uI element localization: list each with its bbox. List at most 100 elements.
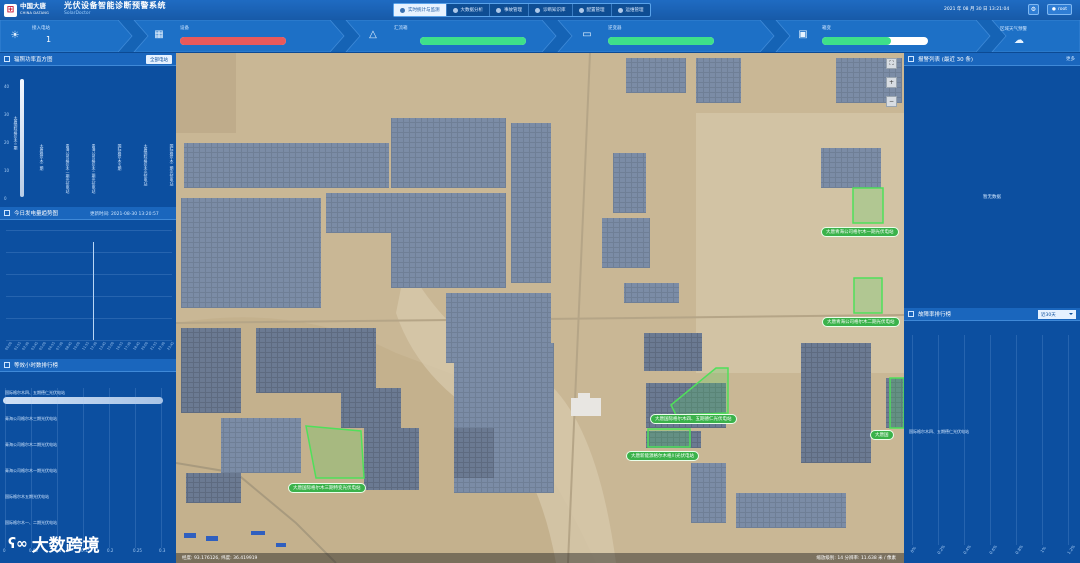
power-x-tick: 08:45: [63, 341, 73, 351]
efficiency-panel-title: 辐照功率直方图 全部电站: [0, 53, 176, 66]
gear-icon: ⚙: [1030, 6, 1037, 13]
fullscreen-button[interactable]: ⛶: [886, 58, 897, 69]
inverter-segment[interactable]: ▭ 逆变器: [576, 20, 756, 52]
efficiency-y-tick: 30: [4, 112, 10, 117]
nav-tab-icon: [452, 7, 458, 13]
nav-tab-4[interactable]: 配置管理: [573, 4, 612, 16]
weather-cloud-icon: ☁: [1014, 35, 1024, 46]
station-icon: ☀: [10, 30, 20, 41]
nav-tab-2[interactable]: 事故管理: [490, 4, 529, 16]
fault-x-tick: 0.6%: [988, 543, 999, 556]
fault-rank-item: 国际格尔木四、五期德仁光伏电站: [909, 429, 969, 434]
nav-tab-icon: [617, 7, 623, 13]
fault-gridline: [912, 335, 913, 545]
nav-tab-label: 运维管理: [625, 8, 644, 13]
fault-x-tick: 0.8%: [1014, 543, 1025, 556]
alarm-more-link[interactable]: 更多: [1066, 56, 1075, 62]
inverter-status-bar-fill: [608, 37, 714, 45]
power-gridline: [6, 252, 172, 253]
efficiency-station-label: 青海公司格尔木二期光伏电站: [92, 144, 97, 194]
efficiency-chart: 40 30 20 10 0 大唐国际格尔木三期 大唐格尔木二期 青海公司格尔木一期光伏电站 青海…: [0, 66, 176, 207]
stations-label: 接入电站: [32, 26, 50, 31]
all-stations-button[interactable]: 全部电站: [146, 55, 172, 64]
nav-tab-1[interactable]: 大数据分析: [447, 4, 490, 16]
user-menu[interactable]: ● root: [1047, 4, 1072, 15]
fault-gridline: [1042, 335, 1043, 545]
hours-x-tick: 0.25: [133, 548, 142, 553]
power-gridline: [6, 230, 172, 231]
hours-gridline: [57, 388, 58, 548]
power-x-tick: 12:30: [89, 341, 98, 351]
fault-x-tick: 0.4%: [962, 543, 973, 556]
device-status-bar-fill: [180, 37, 286, 45]
station-label-gem1[interactable]: 大唐青海公司格尔木一期光伏电站: [821, 227, 899, 237]
efficiency-station-label: 大唐国际格尔木光伏电站: [144, 144, 149, 186]
station-label-gechuan[interactable]: 大唐新能源格尔木格川光伏电站: [626, 451, 699, 461]
efficiency-station-label: 青海公司格尔木一期光伏电站: [66, 144, 71, 194]
fault-gridline: [1016, 335, 1017, 545]
fault-x-tick: 0%: [909, 545, 918, 554]
hours-gridline: [135, 388, 136, 548]
inverter-label: 逆变器: [608, 26, 622, 31]
alarm-empty-text: 暂无数据: [983, 195, 1001, 200]
chart-icon: [4, 210, 10, 216]
power-x-tick: 03:45: [29, 341, 39, 351]
settings-button[interactable]: ⚙: [1028, 4, 1039, 15]
nav-tab-icon: [400, 7, 405, 13]
fault-ranking-chart: 国际格尔木四、五期德仁光伏电站 0% 0.2% 0.4% 0.6% 0.8% 1% 1.2%: [904, 321, 1080, 563]
power-gridline: [6, 340, 172, 341]
combiner-segment[interactable]: △ 汇流箱: [362, 20, 542, 52]
power-x-tick: 23:45: [165, 341, 175, 351]
station-label-gem45[interactable]: 大唐国际格尔木四、五期德仁光伏电站: [650, 414, 737, 424]
hours-rank-item: 青海公司格尔木三期光伏电站: [5, 416, 57, 421]
fault-gridline: [964, 335, 965, 545]
device-segment[interactable]: ▦ 设备: [148, 20, 328, 52]
power-gridline: [6, 318, 172, 319]
hours-x-tick: 0: [3, 548, 6, 553]
device-label: 设备: [180, 26, 189, 31]
power-trend-chart: 00:00 01:15 02:30 03:45 05:00 06:15 07:30 08:45…: [0, 220, 176, 359]
hours-panel-title: 等效小时数排行榜: [0, 359, 176, 372]
combiner-status-bar-fill: [420, 37, 526, 45]
zoom-in-button[interactable]: +: [886, 77, 897, 88]
power-gridline: [6, 296, 172, 297]
main-nav: 实时统计与监测 大数据分析 事故管理 诊断知识库 配置管理 运维管理: [393, 3, 651, 17]
satellite-map[interactable]: ⛶ + − 大唐青海公司格尔木一期光伏电站 大唐青海公司格尔木二期光伏电站 大唐…: [176, 53, 904, 563]
fault-panel-title: 故障率排行榜 近30天: [904, 308, 1080, 321]
power-gridline: [6, 274, 172, 275]
top-header: ⊞ 中国大唐 CHINA DATANG 光伏设备智能诊断预警系统 SolarDo…: [0, 0, 1080, 20]
chart-icon: [4, 56, 10, 62]
station-label-partial[interactable]: 大唐国: [870, 430, 894, 440]
transformer-label: 箱变: [822, 26, 831, 31]
nav-tab-0[interactable]: 实时统计与监测: [394, 4, 447, 16]
efficiency-station-label: 大唐格尔木二期: [40, 144, 45, 171]
hours-x-tick: 0.3: [159, 548, 166, 553]
efficiency-station-label: 国际格尔木二期光伏电站: [170, 144, 175, 186]
power-x-tick: 21:15: [148, 341, 158, 351]
hours-rank-item: 国际格尔木四、五期德仁光伏电站: [5, 390, 65, 395]
nav-tab-label: 大数据分析: [460, 8, 484, 13]
power-x-tick: 10:00: [72, 341, 81, 351]
fault-period-select[interactable]: 近30天: [1038, 310, 1076, 319]
nav-tab-3[interactable]: 诊断知识库: [529, 4, 573, 16]
transformer-segment[interactable]: ▣ 箱变: [792, 20, 972, 52]
nav-tab-label: 事故管理: [504, 8, 522, 13]
hours-rank-item: 国际格尔木五期光伏电站: [5, 494, 49, 499]
station-label-gem3[interactable]: 大唐国际格尔木三期特变光伏电站: [288, 483, 366, 493]
efficiency-bar: [20, 79, 24, 197]
efficiency-y-tick: 20: [4, 140, 10, 145]
map-zoom-info: 缩放级别: 14 分辨率: 11.638 米 / 像素: [816, 556, 896, 561]
watermark-logo-icon: ʕ∞: [8, 535, 28, 552]
station-label-gem2[interactable]: 大唐青海公司格尔木二期光伏电站: [822, 317, 900, 327]
transformer-status-bar-fill: [822, 37, 928, 45]
left-panel: 辐照功率直方图 全部电站 40 30 20 10 0 大唐国际格尔木三期 大唐格尔木二期 青海…: [0, 53, 176, 563]
nav-tab-5[interactable]: 运维管理: [612, 4, 650, 16]
datetime-display: 2021 年 08 月 30 日 13:21:04: [944, 7, 1010, 12]
efficiency-y-tick: 10: [4, 168, 10, 173]
zoom-out-button[interactable]: −: [886, 96, 897, 107]
fault-title-text: 故障率排行榜: [918, 312, 952, 318]
hours-gridline: [83, 388, 84, 548]
weather-segment[interactable]: 区域天气预警 ☁: [996, 20, 1080, 52]
hours-gridline: [109, 388, 110, 548]
alarm-panel-title: 报警列表 (最近 30 条) 更多: [904, 53, 1080, 66]
